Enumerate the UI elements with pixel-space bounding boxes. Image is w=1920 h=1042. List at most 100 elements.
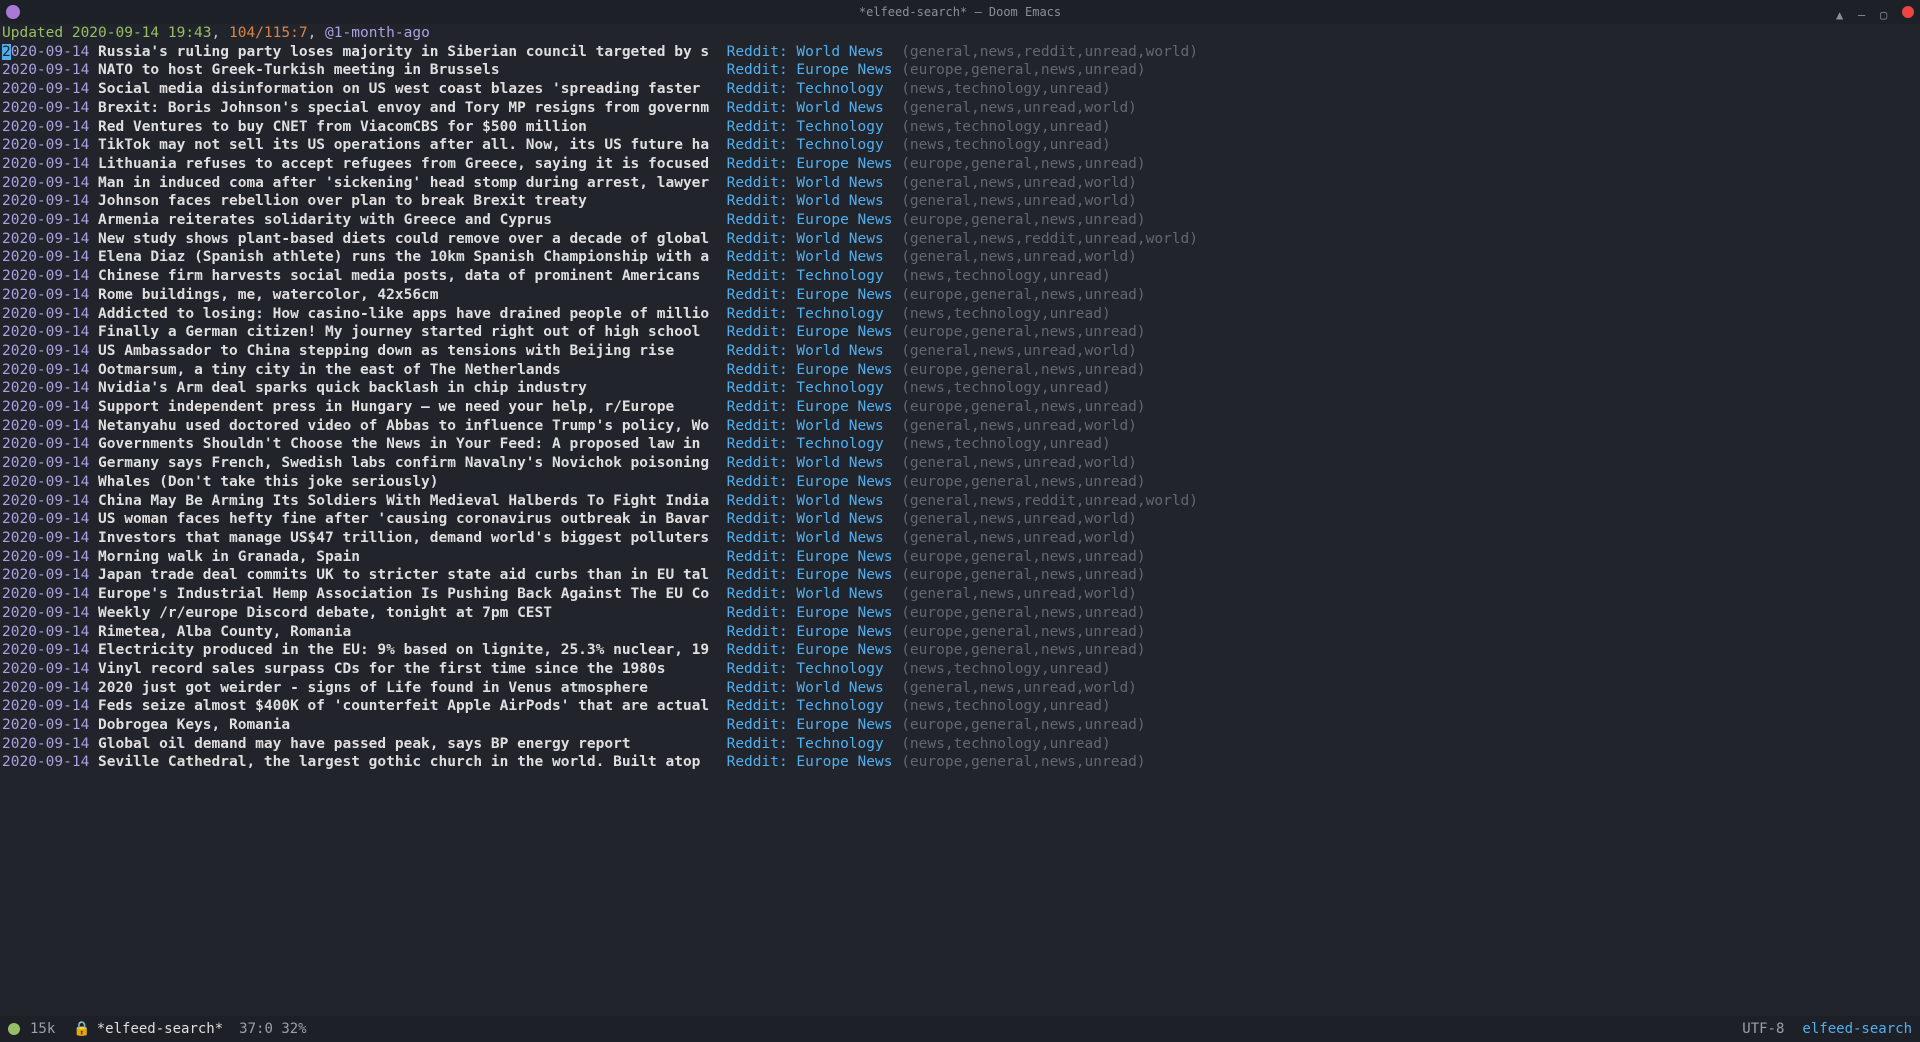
entry-date: 2020-09-14 [2,567,89,583]
close-button[interactable] [1902,6,1914,18]
entry-feed: Reddit: Europe News [727,754,893,770]
entry-row[interactable]: 2020-09-14 TikTok may not sell its US op… [2,136,1918,155]
entry-feed: Reddit: World News [727,530,893,546]
entry-feed: Reddit: World News [727,511,893,527]
entry-row[interactable]: 2020-09-14 New study shows plant-based d… [2,230,1918,249]
entry-row[interactable]: 2020-09-14 Brexit: Boris Johnson's speci… [2,99,1918,118]
entry-date: 2020-09-14 [2,474,89,490]
entry-feed: Reddit: Technology [727,736,893,752]
entry-row[interactable]: 2020-09-14 Weekly /r/europe Discord deba… [2,604,1918,623]
entry-feed: Reddit: Technology [727,306,893,322]
entry-title: Nvidia's Arm deal sparks quick backlash … [98,380,718,396]
entry-date: 2020-09-14 [2,418,89,434]
entry-row[interactable]: 2020-09-14 Investors that manage US$47 t… [2,529,1918,548]
entry-feed: Reddit: World News [727,455,893,471]
entry-feed: Reddit: Europe News [727,717,893,733]
search-filter: @1-month-ago [325,25,430,41]
minimize-button[interactable]: — [1858,6,1870,18]
entry-row[interactable]: 2020-09-14 Addicted to losing: How casin… [2,305,1918,324]
entry-tags: (europe,general,news,unread) [901,62,1145,78]
entry-row[interactable]: 2020-09-14 Seville Cathedral, the larges… [2,753,1918,772]
entry-row[interactable]: 2020-09-14 2020 just got weirder - signs… [2,679,1918,698]
entry-feed: Reddit: Europe News [727,287,893,303]
maximize-button[interactable]: ▢ [1880,6,1892,18]
entry-row[interactable]: 2020-09-14 Ootmarsum, a tiny city in the… [2,361,1918,380]
entry-row[interactable]: 2020-09-14 Armenia reiterates solidarity… [2,211,1918,230]
entry-row[interactable]: 2020-09-14 Social media disinformation o… [2,80,1918,99]
entry-tags: (news,technology,unread) [901,661,1111,677]
entry-row[interactable]: 2020-09-14 Europe's Industrial Hemp Asso… [2,585,1918,604]
entry-row[interactable]: 2020-09-14 US woman faces hefty fine aft… [2,510,1918,529]
entry-row[interactable]: 2020-09-14 Rimetea, Alba County, Romania… [2,623,1918,642]
entry-tags: (general,news,unread,world) [901,530,1137,546]
entry-row[interactable]: 2020-09-14 Support independent press in … [2,398,1918,417]
entry-date: 2020-09-14 [2,493,89,509]
entry-tags: (europe,general,news,unread) [901,549,1145,565]
entry-title: NATO to host Greek-Turkish meeting in Br… [98,62,718,78]
entry-tags: (general,news,unread,world) [901,586,1137,602]
entry-tags: (news,technology,unread) [901,137,1111,153]
entry-tags: (news,technology,unread) [901,698,1111,714]
entry-row[interactable]: 2020-09-14 Dobrogea Keys, Romania Reddit… [2,716,1918,735]
entry-row[interactable]: 2020-09-14 Chinese firm harvests social … [2,267,1918,286]
entry-date: 2020-09-14 [2,175,89,191]
entry-row[interactable]: 2020-09-14 Finally a German citizen! My … [2,323,1918,342]
entry-date: 2020-09-14 [2,661,89,677]
encoding: UTF-8 [1742,1020,1784,1039]
window-title: *elfeed-search* – Doom Emacs [859,3,1061,22]
entry-feed: Reddit: Technology [727,137,893,153]
entry-row[interactable]: 2020-09-14 Japan trade deal commits UK t… [2,566,1918,585]
entry-row[interactable]: 2020-09-14 Vinyl record sales surpass CD… [2,660,1918,679]
entry-feed: Reddit: Technology [727,661,893,677]
entry-feed: Reddit: Technology [727,119,893,135]
entry-row[interactable]: 2020-09-14 NATO to host Greek-Turkish me… [2,61,1918,80]
entry-list[interactable]: 2020-09-14 Russia's ruling party loses m… [2,43,1918,772]
buffer-name: *elfeed-search* [97,1020,223,1039]
entry-row[interactable]: 2020-09-14 US Ambassador to China steppi… [2,342,1918,361]
entry-row[interactable]: 2020-09-14 Feds seize almost $400K of 'c… [2,697,1918,716]
entry-tags: (europe,general,news,unread) [901,605,1145,621]
entry-row[interactable]: 2020-09-14 Governments Shouldn't Choose … [2,435,1918,454]
entry-feed: Reddit: World News [727,493,893,509]
entry-row[interactable]: 2020-09-14 Nvidia's Arm deal sparks quic… [2,379,1918,398]
entry-date: 2020-09-14 [2,380,89,396]
entry-tags: (news,technology,unread) [901,268,1111,284]
updated-time: 2020-09-14 19:43 [72,25,212,41]
entry-row[interactable]: 2020-09-14 Johnson faces rebellion over … [2,192,1918,211]
entry-tags: (general,news,reddit,unread,world) [901,44,1198,60]
entry-row[interactable]: 2020-09-14 Whales (Don't take this joke … [2,473,1918,492]
entry-row[interactable]: 2020-09-14 Global oil demand may have pa… [2,735,1918,754]
lock-icon: 🔒 [73,1020,90,1039]
entry-row[interactable]: 2020-09-14 Electricity produced in the E… [2,641,1918,660]
entry-title: Global oil demand may have passed peak, … [98,736,718,752]
entry-row[interactable]: 2020-09-14 Red Ventures to buy CNET from… [2,118,1918,137]
entry-tags: (news,technology,unread) [901,436,1111,452]
entry-date: 2020-09-14 [2,436,89,452]
buffer-content[interactable]: Updated 2020-09-14 19:43, 104/115:7, @1-… [0,24,1920,772]
entry-row[interactable]: 2020-09-14 Man in induced coma after 'si… [2,174,1918,193]
entry-row[interactable]: 2020-09-14 China May Be Arming Its Soldi… [2,492,1918,511]
entry-date: 2020-09-14 [2,605,89,621]
cursor-position: 37:0 32% [239,1020,306,1039]
entry-feed: Reddit: World News [727,586,893,602]
entry-tags: (general,news,reddit,unread,world) [901,231,1198,247]
entry-row[interactable]: 2020-09-14 Germany says French, Swedish … [2,454,1918,473]
entry-tags: (general,news,unread,world) [901,343,1137,359]
entry-row[interactable]: 2020-09-14 Lithuania refuses to accept r… [2,155,1918,174]
entry-title: Finally a German citizen! My journey sta… [98,324,718,340]
keep-above-button[interactable]: ▲ [1836,6,1848,18]
entry-feed: Reddit: Europe News [727,62,893,78]
entry-title: Brexit: Boris Johnson's special envoy an… [98,100,718,116]
entry-row[interactable]: 2020-09-14 Morning walk in Granada, Spai… [2,548,1918,567]
entry-date: 2020-09-14 [2,343,89,359]
entry-row[interactable]: 2020-09-14 Russia's ruling party loses m… [2,43,1918,62]
entry-title: Governments Shouldn't Choose the News in… [98,436,718,452]
emacs-icon [6,5,20,19]
entry-feed: Reddit: Technology [727,268,893,284]
entry-date: 2020-09-14 [2,193,89,209]
entry-row[interactable]: 2020-09-14 Netanyahu used doctored video… [2,417,1918,436]
entry-tags: (general,news,reddit,unread,world) [901,493,1198,509]
entry-feed: Reddit: World News [727,44,893,60]
entry-row[interactable]: 2020-09-14 Rome buildings, me, watercolo… [2,286,1918,305]
entry-row[interactable]: 2020-09-14 Elena Diaz (Spanish athlete) … [2,248,1918,267]
